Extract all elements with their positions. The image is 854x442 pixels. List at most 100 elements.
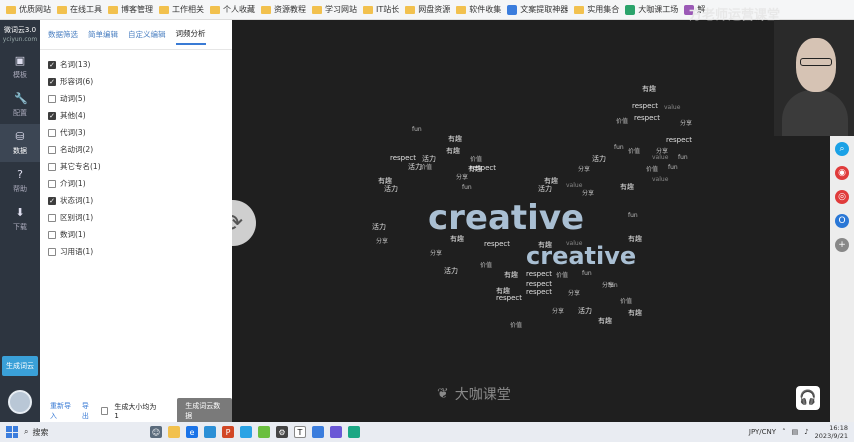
bookmark-item[interactable]: 个人收藏 (210, 4, 255, 15)
wordcloud-word[interactable]: value (652, 176, 668, 183)
wordcloud-word[interactable]: fun (628, 212, 638, 219)
checkbox[interactable]: ✓ (48, 196, 56, 205)
wordcloud-word[interactable]: fun (608, 282, 618, 289)
list-item[interactable]: 习用语(1) (48, 243, 224, 260)
wordcloud-word[interactable]: respect (526, 270, 552, 278)
avatar[interactable] (8, 390, 32, 414)
wordcloud-word[interactable]: 活力 (592, 154, 606, 164)
wordcloud-word[interactable]: 有趣 (538, 240, 552, 250)
bookmark-item[interactable]: 软件收集 (456, 4, 501, 15)
wordcloud-word[interactable]: fun (614, 144, 624, 151)
list-item[interactable]: 名动词(2) (48, 141, 224, 158)
bookmark-item[interactable]: 博客管理 (108, 4, 153, 15)
folder-icon[interactable] (168, 426, 180, 438)
bookmark-item[interactable]: 资源教程 (261, 4, 306, 15)
outlook-icon[interactable]: O (835, 214, 849, 228)
bookmark-item[interactable]: 文案提取神器 (507, 4, 568, 15)
wordcloud-word[interactable]: respect (526, 288, 552, 296)
app-icon[interactable] (312, 426, 324, 438)
wordcloud-word[interactable]: fun (678, 154, 688, 161)
wordcloud-word[interactable]: 价值 (420, 162, 432, 171)
wordcloud-word[interactable]: 价值 (556, 270, 568, 279)
wifi-icon[interactable]: ▤ (792, 428, 799, 436)
game-icon[interactable]: ◉ (835, 166, 849, 180)
wordcloud-word[interactable]: 分享 (456, 172, 468, 181)
typora-icon[interactable]: T (294, 426, 306, 438)
nav-item[interactable]: ⬇ 下载 (0, 200, 40, 238)
generate-data-button[interactable]: 生成词云数据 (177, 398, 233, 424)
edge-icon[interactable]: e (186, 426, 198, 438)
wordcloud-word[interactable]: 分享 (430, 248, 442, 257)
wordcloud-word[interactable]: 有趣 (598, 316, 612, 326)
clock[interactable]: 16:18 2023/9/21 (815, 424, 848, 440)
wordcloud-word[interactable]: respect (632, 102, 658, 110)
checkbox[interactable]: ✓ (48, 77, 56, 86)
checkbox[interactable] (48, 94, 56, 103)
wordcloud-word[interactable]: 价值 (470, 154, 482, 163)
nav-item[interactable]: 🔧 配置 (0, 86, 40, 124)
wordcloud-word[interactable]: 分享 (568, 288, 580, 297)
wordcloud-word[interactable]: fun (412, 126, 422, 133)
wordcloud-word[interactable]: respect (666, 136, 692, 144)
checkbox[interactable] (48, 247, 56, 256)
export-link[interactable]: 导出 (82, 401, 95, 421)
wordcloud-word[interactable]: creative (428, 198, 584, 238)
wordcloud-word[interactable]: 分享 (578, 164, 590, 173)
app-icon[interactable] (348, 426, 360, 438)
wordcloud-word[interactable]: 活力 (444, 266, 458, 276)
tab[interactable]: 自定义编辑 (128, 25, 166, 44)
list-item[interactable]: 其它专名(1) (48, 158, 224, 175)
bookmark-item[interactable]: 大咖课工场 (625, 4, 678, 15)
wordcloud-word[interactable]: 活力 (578, 306, 592, 316)
wordcloud-word[interactable]: 价值 (616, 116, 628, 125)
checkbox[interactable] (48, 179, 56, 188)
checkbox[interactable] (48, 162, 56, 171)
nav-item[interactable]: ▣ 模板 (0, 48, 40, 86)
wordcloud-word[interactable]: 活力 (372, 222, 386, 232)
qq-icon[interactable] (204, 426, 216, 438)
refresh-button[interactable]: ⟳ (232, 200, 256, 246)
wordcloud-word[interactable]: 有趣 (628, 308, 642, 318)
settings-icon[interactable]: ⚙ (276, 426, 288, 438)
nav-item[interactable]: ⛁ 数据 (0, 124, 40, 162)
tab[interactable]: 数据筛选 (48, 25, 78, 44)
wordcloud-canvas[interactable]: ⟳ ❦ 大咖课堂 creative creative 有趣 respect value 价… (232, 20, 830, 422)
bookmark-item[interactable]: 工作相关 (159, 4, 204, 15)
bookmark-item[interactable]: 实用集合 (574, 4, 619, 15)
wordcloud-word[interactable]: value (566, 240, 582, 247)
bookmark-item[interactable]: 优质网站 (6, 4, 51, 15)
wordcloud-word[interactable]: 有趣 (642, 84, 656, 94)
wordcloud-word[interactable]: fun (462, 184, 472, 191)
checkbox[interactable] (48, 145, 56, 154)
wordcloud-word[interactable]: 活力 (538, 184, 552, 194)
wordcloud-word[interactable]: 价值 (480, 260, 492, 269)
checkbox[interactable]: ✓ (48, 60, 56, 69)
list-item[interactable]: ✓ 状态词(1) (48, 192, 224, 209)
checkbox[interactable] (48, 128, 56, 137)
wordcloud-word[interactable]: respect (634, 114, 660, 122)
wordcloud-word[interactable]: 有趣 (504, 270, 518, 280)
wordcloud-word[interactable]: fun (582, 270, 592, 277)
nav-item[interactable]: ? 帮助 (0, 162, 40, 200)
wordcloud-word[interactable]: 分享 (582, 188, 594, 197)
list-item[interactable]: 区别词(1) (48, 209, 224, 226)
app-icon[interactable]: ◎ (835, 190, 849, 204)
list-item[interactable]: 介词(1) (48, 175, 224, 192)
wordcloud-word[interactable]: 分享 (376, 236, 388, 245)
app-icon[interactable] (330, 426, 342, 438)
checkbox[interactable]: ✓ (48, 111, 56, 120)
bookmark-item[interactable]: 网盘资源 (405, 4, 450, 15)
wordcloud-word[interactable]: respect (390, 154, 416, 162)
wordcloud-word[interactable]: 价值 (620, 296, 632, 305)
wordcloud-word[interactable]: 活力 (384, 184, 398, 194)
people-icon[interactable]: ☺ (150, 426, 162, 438)
checkbox[interactable] (48, 230, 56, 239)
wordcloud-word[interactable]: 价值 (510, 320, 522, 329)
tab[interactable]: 词频分析 (175, 24, 206, 45)
wordcloud-word[interactable]: respect (470, 164, 496, 172)
wordcloud-word[interactable]: respect (496, 294, 522, 302)
wordcloud-word[interactable]: 价值 (628, 146, 640, 155)
wordcloud-word[interactable]: 分享 (552, 306, 564, 315)
start-button[interactable] (6, 426, 18, 438)
wordcloud-word[interactable]: respect (526, 280, 552, 288)
